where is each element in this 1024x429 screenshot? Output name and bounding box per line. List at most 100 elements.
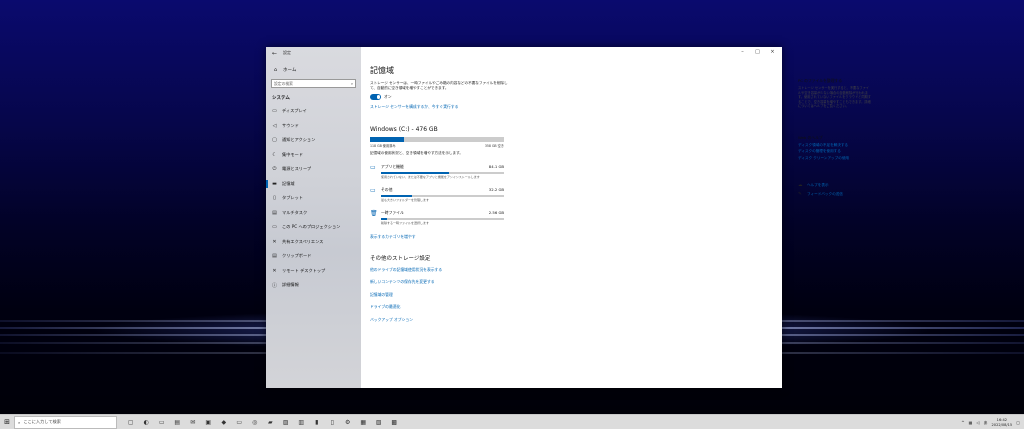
clock[interactable]: 16:42 2022/08/15: [992, 418, 1013, 428]
minimize-button[interactable]: –: [735, 48, 750, 56]
app6-icon[interactable]: ▦: [356, 415, 372, 429]
other-settings-link[interactable]: 記憶域の管理: [370, 292, 782, 298]
sidebar-item-label: 詳細情報: [282, 282, 299, 288]
category-name: 一時ファイル: [381, 209, 404, 215]
category-name: その他: [381, 186, 393, 192]
tablet-icon: ▯: [273, 195, 276, 202]
explorer-icon[interactable]: ▭: [154, 415, 170, 429]
terminal-icon[interactable]: ▮: [309, 415, 325, 429]
other-settings-links: 他のドライブの記憶域使用状況を表示する 新しいコンテンツの保存先を変更する 記憶域の…: [370, 267, 782, 323]
edge-icon[interactable]: ◐: [139, 415, 155, 429]
clock-date: 2022/08/15: [991, 422, 1013, 427]
web-help-link[interactable]: ディスク領域の不足を解決する: [798, 143, 872, 148]
configure-storage-sense-link[interactable]: ストレージ センサーを構成するか、今すぐ実行する: [370, 104, 782, 110]
app8-icon[interactable]: ▩: [387, 415, 403, 429]
notification-icon: ▢: [272, 137, 277, 144]
sidebar-nav: ▭ ディスプレイ ◁ サウンド ▢ 通知とアクション ☾ 集中モード ⏻ 電源とスリープ ▬ 記憶域 ▯…: [266, 104, 361, 293]
sidebar-item-storage[interactable]: ▬ 記憶域: [266, 177, 361, 192]
page-title: 記憶域: [370, 66, 394, 75]
help-icon: ☁: [798, 182, 803, 188]
apps-icon: ▭: [370, 163, 376, 171]
store-icon[interactable]: ▤: [170, 415, 186, 429]
storage-category[interactable]: ▭ その他 32.2 GB 最も大きいフォルダーを管理します: [370, 187, 504, 202]
app7-icon[interactable]: ▧: [371, 415, 387, 429]
sidebar-item-projection[interactable]: ▭ この PC へのプロジェクション: [266, 220, 361, 235]
photos-icon[interactable]: ▣: [201, 415, 217, 429]
other-settings-link[interactable]: 他のドライブの記憶域使用状況を表示する: [370, 267, 782, 273]
sidebar-item-label: 電源とスリープ: [282, 166, 312, 172]
taskbar: ⊞ ⌕ ここに入力して検索 ▢ ◐ ▭ ▤ ✉ ▣ ◆ ▭ ◎ ▰ ▨ ▥ ▮ ▯ ⚙ ▦ ▧ ▩ ^ ▦ ◁ あ…: [0, 414, 1024, 429]
storage-category[interactable]: ▭ アプリと機能 84.1 GB 使用されていない、または不要なアプリと機能をアンイン…: [370, 164, 504, 179]
windows-start-icon[interactable]: ⊞: [0, 415, 14, 429]
web-help-link[interactable]: ディスクの管理を使用する: [798, 149, 872, 154]
maximize-button[interactable]: □: [750, 48, 765, 56]
storage-sense-toggle[interactable]: [370, 94, 381, 100]
title-bar: ← 設定: [266, 47, 361, 59]
search-icon: ⌕: [350, 81, 353, 86]
info-icon: ⓘ: [271, 282, 277, 289]
taskbar-search-box[interactable]: ⌕ ここに入力して検索: [14, 415, 117, 429]
toggle-label: オン: [384, 94, 392, 99]
used-label: 118 GB 使用済み: [370, 143, 396, 148]
other-settings-link[interactable]: バックアップ オプション: [370, 317, 782, 323]
multitask-icon: ▤: [272, 209, 277, 216]
sidebar-item-home[interactable]: ⌂ ホーム: [266, 63, 361, 77]
chrome-icon[interactable]: ◎: [247, 415, 263, 429]
feedback-icon: ✎: [798, 191, 802, 197]
sidebar-item-label: 記憶域: [282, 180, 295, 186]
help-item[interactable]: ☁ ヘルプを表示: [798, 183, 872, 188]
category-size: 2.56 GB: [488, 209, 504, 215]
app3-icon[interactable]: ▨: [278, 415, 294, 429]
sidebar: ← 設定 ⌂ ホーム 設定の検索 ⌕ システム ▭ ディスプレイ ◁ サウンド ▢ 通知と…: [266, 47, 361, 388]
category-usage-fill: [381, 217, 388, 220]
sidebar-item-moon[interactable]: ☾ 集中モード: [266, 148, 361, 163]
sidebar-item-label: 共有エクスペリエンス: [282, 238, 324, 244]
remote-desktop-icon: ✕: [272, 267, 277, 274]
sidebar-item-clipboard[interactable]: ▤ クリップボード: [266, 249, 361, 264]
app2-icon[interactable]: ▰: [263, 415, 279, 429]
back-arrow-icon[interactable]: ←: [272, 50, 277, 57]
category-usage-bar: [381, 171, 504, 174]
sidebar-item-tablet[interactable]: ▯ タブレット: [266, 191, 361, 206]
power-icon: ⏻: [272, 166, 277, 173]
chevron-up-icon[interactable]: ^: [961, 420, 964, 425]
sidebar-item-speaker[interactable]: ◁ サウンド: [266, 119, 361, 134]
sidebar-item-notification[interactable]: ▢ 通知とアクション: [266, 133, 361, 148]
notification-center-icon[interactable]: ▢: [1016, 420, 1020, 425]
other-settings-link[interactable]: ドライブの最適化: [370, 304, 782, 310]
moon-icon: ☾: [272, 151, 277, 158]
task-view-icon[interactable]: ▢: [123, 415, 139, 429]
sidebar-item-share[interactable]: ✕ 共有エクスペリエンス: [266, 235, 361, 250]
category-name: アプリと機能: [381, 163, 404, 169]
app4-icon[interactable]: ▥: [294, 415, 310, 429]
storage-category[interactable]: 🗑 一時ファイル 2.56 GB 削除する一時ファイルを選択します: [370, 210, 504, 225]
other-icon: ▭: [370, 186, 376, 194]
close-button[interactable]: ×: [765, 48, 780, 56]
mail-icon[interactable]: ✉: [185, 415, 201, 429]
category-usage-fill: [381, 194, 412, 197]
help-item[interactable]: ✎ フィードバックの送信: [798, 192, 872, 197]
app-icon[interactable]: ◆: [216, 415, 232, 429]
sidebar-item-power[interactable]: ⏻ 電源とスリープ: [266, 162, 361, 177]
sidebar-item-multitask[interactable]: ▤ マルチタスク: [266, 206, 361, 221]
ime-icon[interactable]: あ: [984, 420, 988, 426]
storage-sense-description: ストレージ センサーは、一時ファイルやごみ箱の内容などの不要なファイルを削除して…: [370, 81, 508, 90]
sidebar-item-remote-desktop[interactable]: ✕ リモート デスクトップ: [266, 264, 361, 279]
network-icon[interactable]: ▦: [969, 420, 973, 425]
search-input[interactable]: 設定の検索 ⌕: [271, 79, 356, 88]
drive-usage-fill: [370, 137, 404, 142]
volume-icon[interactable]: ◁: [976, 420, 979, 425]
speaker-icon: ◁: [272, 122, 277, 129]
other-settings-link[interactable]: 新しいコンテンツの保存先を変更する: [370, 279, 782, 285]
monitor-icon[interactable]: ▭: [232, 415, 248, 429]
settings-icon[interactable]: ⚙: [340, 415, 356, 429]
category-usage-fill: [381, 171, 449, 174]
sidebar-item-display[interactable]: ▭ ディスプレイ: [266, 104, 361, 119]
web-help-link[interactable]: ディスク クリーンアップの使用: [798, 156, 872, 161]
sidebar-item-info[interactable]: ⓘ 詳細情報: [266, 278, 361, 293]
sidebar-item-label: リモート デスクトップ: [282, 267, 326, 273]
show-more-categories-link[interactable]: 表示するカテゴリを増やす: [370, 234, 782, 240]
category-header: 一時ファイル 2.56 GB: [381, 210, 504, 216]
app5-icon[interactable]: ▯: [325, 415, 341, 429]
pc-cleanup-description: ストレージ センサーを実行すると、不要なファイルや空き容量が少ない場合の自動削除…: [798, 86, 871, 109]
